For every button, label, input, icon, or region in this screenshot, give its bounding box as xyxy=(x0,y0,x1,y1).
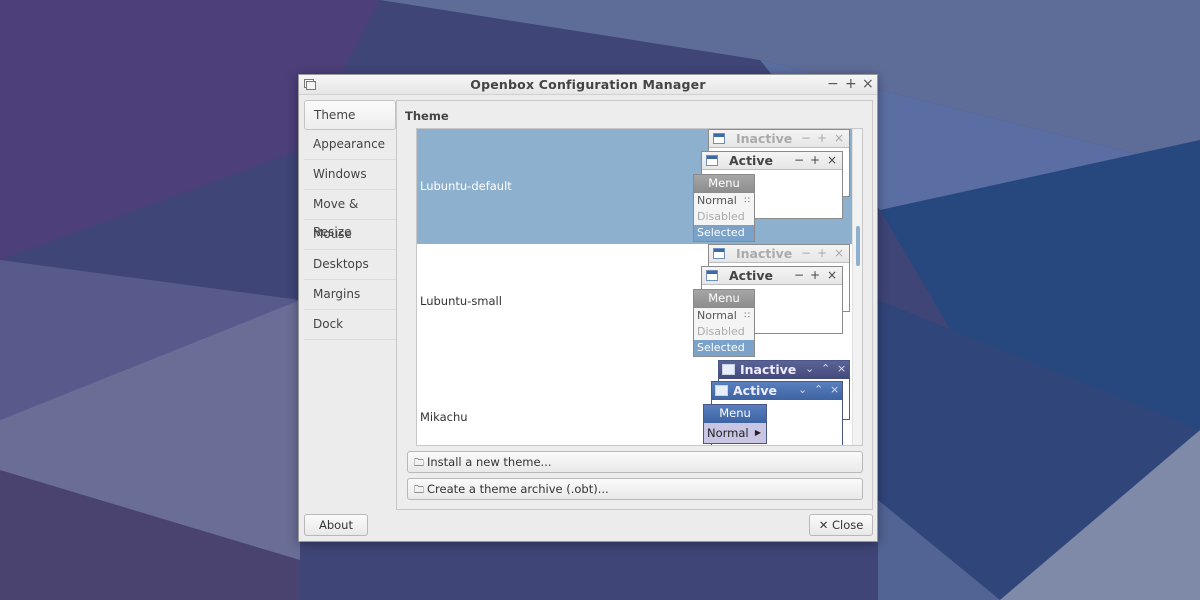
close-icon: ✕ xyxy=(818,518,829,532)
section-title: Theme xyxy=(405,109,449,123)
preview-menu: Menu Normal ∷ Disabled Selected xyxy=(693,174,755,242)
about-button[interactable]: About xyxy=(304,514,368,536)
install-theme-label: Install a new theme... xyxy=(427,455,552,469)
preview-inactive-label: Inactive xyxy=(736,246,793,261)
window-title: Openbox Configuration Manager xyxy=(470,77,706,92)
sidebar-item-appearance[interactable]: Appearance xyxy=(304,130,396,160)
sidebar-item-move-resize[interactable]: Move & Resize xyxy=(304,190,396,239)
folder-icon: 🗀 xyxy=(414,485,424,496)
scrollbar-thumb[interactable] xyxy=(856,226,860,266)
theme-list-scrollbar[interactable] xyxy=(852,129,862,445)
minimize-button[interactable]: − xyxy=(827,76,839,92)
preview-menu-title: Menu xyxy=(694,290,754,308)
preview-menu-title: Menu xyxy=(694,175,754,193)
preview-menu-disabled: Disabled xyxy=(697,325,745,338)
folder-icon: 🗀 xyxy=(414,458,424,469)
sidebar-item-dock[interactable]: Dock xyxy=(304,310,396,340)
preview-inactive-label: Inactive xyxy=(740,362,797,377)
window-icon xyxy=(706,270,718,281)
window-icon xyxy=(715,385,728,396)
preview-menu-title: Menu xyxy=(704,405,766,423)
sidebar-item-windows[interactable]: Windows xyxy=(304,160,396,190)
theme-panel: Theme Lubuntu-default Inactive − + × Active… xyxy=(396,100,873,510)
window-titlebar[interactable]: Openbox Configuration Manager − + × xyxy=(299,75,877,95)
preview-menu-normal: Normal ▶ xyxy=(704,423,766,443)
preview-active-label: Active xyxy=(733,383,777,398)
install-theme-button[interactable]: 🗀 Install a new theme... xyxy=(407,451,863,473)
sidebar-item-label: Mouse xyxy=(313,227,352,241)
sidebar-item-label: Appearance xyxy=(313,137,386,151)
preview-menu: Menu Normal ▶ xyxy=(703,404,767,444)
sidebar-item-margins[interactable]: Margins xyxy=(304,280,396,310)
close-button[interactable]: ✕ Close xyxy=(809,514,873,536)
theme-name: Lubuntu-small xyxy=(420,294,502,308)
theme-list: Lubuntu-default Inactive − + × Active − + × Me… xyxy=(416,128,863,446)
sidebar-item-desktops[interactable]: Desktops xyxy=(304,250,396,280)
close-button-label: Close xyxy=(831,518,864,532)
window-icon xyxy=(713,133,725,144)
preview-menu-selected: Selected xyxy=(694,340,754,356)
preview-active-label: Active xyxy=(729,268,773,283)
theme-row-lubuntu-default[interactable]: Lubuntu-default Inactive − + × Active − + × Me… xyxy=(417,129,853,244)
theme-row-mikachu[interactable]: Mikachu Inactive ⌄ ⌃ × Active ⌄ ⌃ × Menu Norma… xyxy=(417,359,853,445)
window-icon xyxy=(706,155,718,166)
theme-name: Lubuntu-default xyxy=(420,179,512,193)
sidebar-item-theme[interactable]: Theme xyxy=(304,100,396,130)
preview-menu-selected: Selected xyxy=(694,225,754,241)
create-archive-button[interactable]: 🗀 Create a theme archive (.obt)... xyxy=(407,478,863,500)
window-icon xyxy=(722,364,735,375)
create-archive-label: Create a theme archive (.obt)... xyxy=(427,482,609,496)
preview-active-label: Active xyxy=(729,153,773,168)
preview-menu-disabled: Disabled xyxy=(697,210,745,223)
theme-name: Mikachu xyxy=(420,410,468,424)
preview-menu-normal: Normal ∷ xyxy=(697,309,750,322)
preview-inactive-label: Inactive xyxy=(736,131,793,146)
sidebar-item-label: Windows xyxy=(313,167,367,181)
sidebar-item-label: Desktops xyxy=(313,257,369,271)
window-close-button[interactable]: × xyxy=(862,76,874,92)
window-icon xyxy=(713,248,725,259)
sidebar-item-label: Theme xyxy=(314,108,356,122)
sidebar-item-label: Margins xyxy=(313,287,361,301)
sidebar-item-label: Dock xyxy=(313,317,344,331)
maximize-button[interactable]: + xyxy=(845,76,857,92)
sidebar: Theme Appearance Windows Move & Resize M… xyxy=(304,100,396,340)
sidebar-item-mouse[interactable]: Mouse xyxy=(304,220,396,250)
preview-menu: Menu Normal ∷ Disabled Selected xyxy=(693,289,755,357)
theme-row-lubuntu-small[interactable]: Lubuntu-small Inactive − + × Active − + × Menu… xyxy=(417,244,853,359)
config-window: Openbox Configuration Manager − + × Them… xyxy=(298,74,878,542)
preview-menu-normal: Normal ∷ xyxy=(697,194,750,207)
